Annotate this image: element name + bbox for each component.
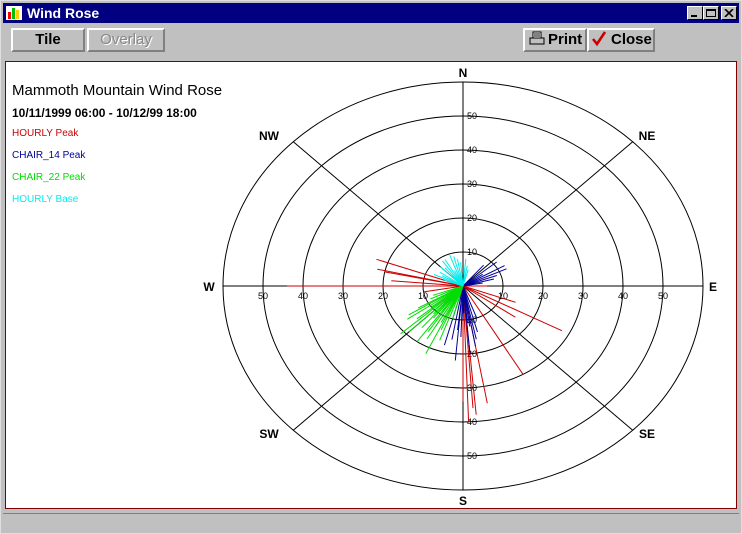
close-icon bbox=[724, 9, 734, 17]
status-bar bbox=[3, 513, 739, 532]
window-title: Wind Rose bbox=[27, 5, 100, 21]
wind-rose-plot: 1010101020202020303030304040404050505050… bbox=[203, 66, 717, 508]
maximize-button[interactable] bbox=[703, 6, 719, 20]
print-button[interactable]: Print bbox=[523, 28, 587, 52]
direction-label-w: W bbox=[203, 280, 215, 294]
minimize-icon bbox=[691, 15, 697, 17]
direction-label-s: S bbox=[459, 494, 467, 508]
tick-label-w: 20 bbox=[378, 291, 388, 301]
tile-label: Tile bbox=[35, 31, 61, 48]
chart-panel: Mammoth Mountain Wind Rose 10/11/1999 06… bbox=[5, 61, 737, 509]
direction-label-se: SE bbox=[639, 427, 655, 441]
direction-label-ne: NE bbox=[639, 129, 656, 143]
tick-label-n: 20 bbox=[467, 213, 477, 223]
tick-label-w: 40 bbox=[298, 291, 308, 301]
tick-label-e: 30 bbox=[578, 291, 588, 301]
tile-button[interactable]: Tile bbox=[11, 28, 85, 52]
tick-label-n: 40 bbox=[467, 145, 477, 155]
tick-label-n: 10 bbox=[467, 247, 477, 257]
tick-label-w: 50 bbox=[258, 291, 268, 301]
print-label: Print bbox=[548, 31, 583, 48]
toolbar: Tile Overlay Print Close bbox=[3, 25, 739, 57]
close-button[interactable]: Close bbox=[587, 28, 655, 52]
direction-label-n: N bbox=[459, 66, 468, 80]
tick-label-n: 30 bbox=[467, 179, 477, 189]
direction-label-sw: SW bbox=[259, 427, 279, 441]
close-label: Close bbox=[611, 31, 652, 48]
close-window-button[interactable] bbox=[721, 6, 737, 20]
overlay-label: Overlay bbox=[100, 31, 152, 48]
tick-label-n: 50 bbox=[467, 111, 477, 121]
tick-label-w: 30 bbox=[338, 291, 348, 301]
minimize-button[interactable] bbox=[687, 6, 703, 20]
tick-label-w: 10 bbox=[418, 291, 428, 301]
bar-chart-icon bbox=[6, 6, 22, 20]
tick-label-e: 50 bbox=[658, 291, 668, 301]
checkmark-icon bbox=[591, 31, 607, 47]
overlay-button[interactable]: Overlay bbox=[87, 28, 165, 52]
wind-vector bbox=[462, 268, 507, 287]
tick-label-e: 20 bbox=[538, 291, 548, 301]
title-bar[interactable]: Wind Rose bbox=[3, 3, 739, 23]
maximize-icon bbox=[706, 9, 716, 17]
direction-label-nw: NW bbox=[259, 129, 280, 143]
tick-label-s: 50 bbox=[467, 451, 477, 461]
tick-label-e: 40 bbox=[618, 291, 628, 301]
direction-label-e: E bbox=[709, 280, 717, 294]
wind-rose-window: Wind Rose Tile Overlay Print Close Mammo… bbox=[0, 0, 742, 534]
printer-icon bbox=[529, 31, 545, 45]
